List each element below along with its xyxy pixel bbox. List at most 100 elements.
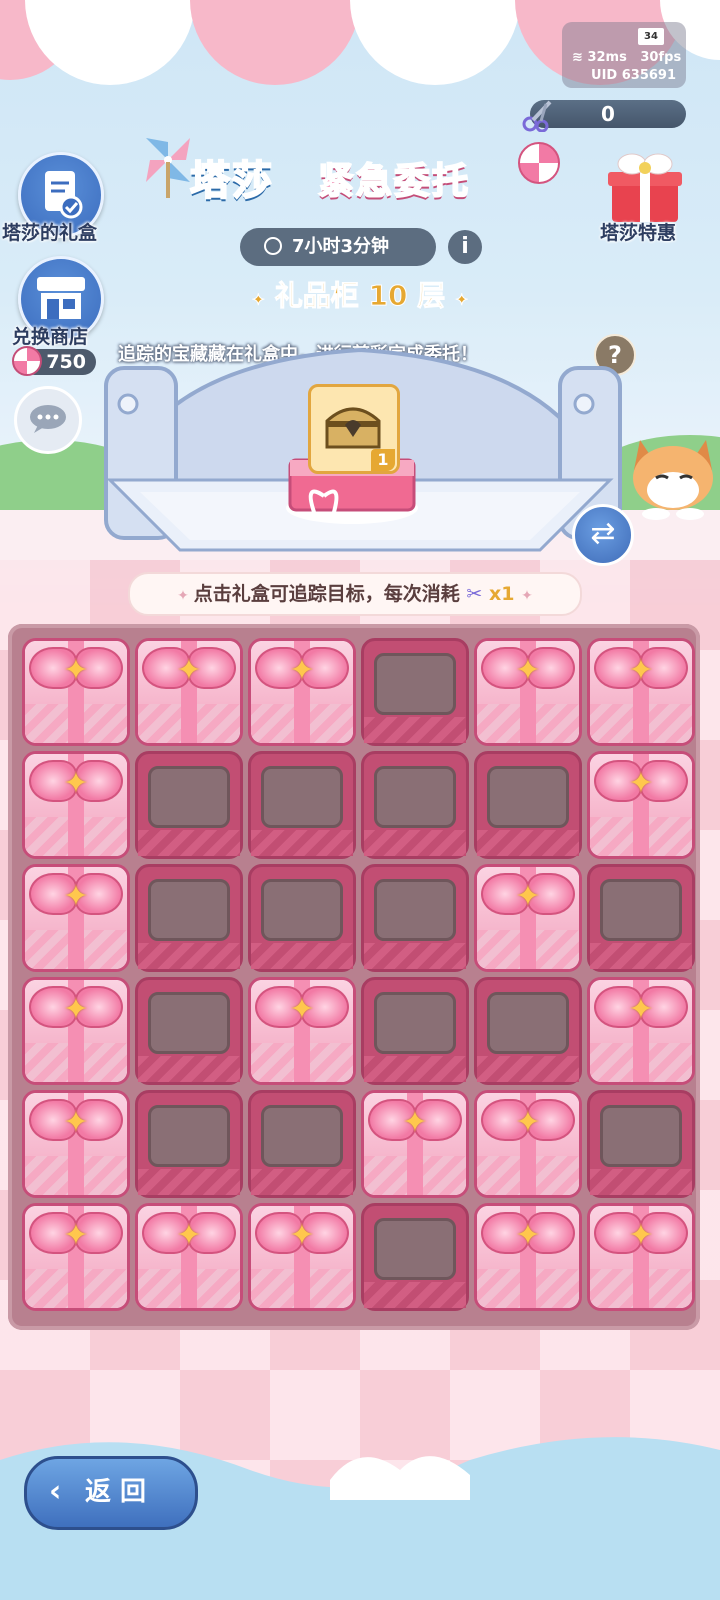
star-icon: ✦ [63, 879, 89, 914]
lollipop-icon [12, 346, 42, 376]
empty-slot [148, 879, 230, 941]
special-gift-icon[interactable] [604, 148, 686, 224]
gift-box-cell[interactable]: ✦ [587, 751, 695, 859]
game-scene: 34 ≋ 32ms 30fps UID 635691 0 塔莎的礼盒 兑换商店 … [0, 0, 720, 1600]
gift-box-cell[interactable]: ✦ [474, 864, 582, 972]
empty-slot [374, 879, 456, 941]
slot-stripe [364, 717, 466, 743]
gift-box-cell[interactable]: ✦ [22, 864, 130, 972]
gift-box-cell[interactable]: ✦ [22, 977, 130, 1085]
empty-slot [261, 879, 343, 941]
gift-box-cell[interactable]: ✦ [248, 977, 356, 1085]
star-icon: ✦ [289, 992, 315, 1027]
empty-cell [587, 1090, 695, 1198]
document-check-icon [45, 171, 83, 219]
empty-slot [487, 992, 569, 1054]
empty-cell [135, 751, 243, 859]
empty-cell [248, 1090, 356, 1198]
empty-slot [600, 879, 682, 941]
target-count: 1 [371, 449, 395, 471]
star-icon: ✦ [289, 1218, 315, 1253]
empty-slot [600, 1105, 682, 1167]
info-button[interactable]: i [448, 230, 482, 264]
star-icon: ✦ [402, 1105, 428, 1140]
slot-stripe [138, 830, 240, 856]
empty-slot [148, 1105, 230, 1167]
gift-box-cell[interactable]: ✦ [587, 638, 695, 746]
swap-button[interactable]: ⇄ [572, 504, 634, 566]
shop-icon [37, 277, 85, 319]
empty-cell [135, 1090, 243, 1198]
empty-slot [487, 766, 569, 828]
uid-text: UID 635691 [591, 68, 676, 83]
slot-stripe [251, 830, 353, 856]
ping-value: 32ms [587, 50, 627, 65]
slot-stripe [364, 943, 466, 969]
gift-box-cell[interactable]: ✦ [248, 638, 356, 746]
empty-cell [135, 977, 243, 1085]
empty-cell [135, 864, 243, 972]
treasure-chest-icon [325, 407, 381, 449]
star-icon: ✦ [63, 992, 89, 1027]
empty-cell [248, 751, 356, 859]
empty-cell [474, 977, 582, 1085]
empty-slot [261, 766, 343, 828]
star-icon: ✦ [628, 766, 654, 801]
gift-box-label: 塔莎的礼盒 [2, 222, 98, 244]
gift-box-cell[interactable]: ✦ [135, 1203, 243, 1311]
chat-button[interactable] [14, 386, 82, 454]
tip-text: 点击礼盒可追踪目标，每次消耗 [193, 583, 460, 605]
gift-box-cell[interactable]: ✦ [587, 977, 695, 1085]
empty-slot [374, 766, 456, 828]
candy-decoration-icon [518, 142, 560, 184]
star-icon: ✦ [63, 653, 89, 688]
empty-slot [148, 992, 230, 1054]
star-icon: ✦ [628, 653, 654, 688]
empty-cell [361, 864, 469, 972]
wifi-icon: ≋ [572, 50, 583, 65]
gift-box-cell[interactable]: ✦ [248, 1203, 356, 1311]
star-icon: ✦ [515, 1218, 541, 1253]
fps-value: 30fps [640, 50, 682, 65]
gift-box-cell[interactable]: ✦ [135, 638, 243, 746]
tip-sparkle-left-icon: ✦ [177, 588, 194, 604]
floor-label: ✦ 礼品柜 10 层 ✦ [251, 279, 469, 313]
gift-box-cell[interactable]: ✦ [22, 751, 130, 859]
event-title-name: 塔莎 [189, 157, 274, 205]
slot-stripe [251, 943, 353, 969]
tip-sparkle-right-icon: ✦ [521, 588, 533, 604]
tip-banner: ✦ 点击礼盒可追踪目标，每次消耗 ✂ x1 ✦ [128, 572, 582, 616]
slot-stripe [364, 1282, 466, 1308]
timer-text: 7小时3分钟 [292, 236, 390, 257]
star-icon: ✦ [176, 1218, 202, 1253]
event-title-commission: 紧急委托 [317, 160, 471, 203]
gift-box-cell[interactable]: ✦ [474, 1090, 582, 1198]
star-icon: ✦ [515, 1105, 541, 1140]
star-icon: ✦ [628, 1218, 654, 1253]
gift-box-cell[interactable]: ✦ [361, 1090, 469, 1198]
slot-stripe [590, 943, 692, 969]
clock-icon [264, 237, 282, 255]
back-button[interactable]: ‹ 返 回 [24, 1456, 198, 1530]
target-item-card: 1 [308, 384, 400, 474]
gift-box-cell[interactable]: ✦ [22, 1090, 130, 1198]
star-icon: ✦ [176, 653, 202, 688]
battery-indicator: 34 [638, 28, 664, 45]
cat-mascot [633, 440, 713, 520]
gift-box-cell[interactable]: ✦ [22, 1203, 130, 1311]
back-label: 返 回 [85, 1477, 147, 1507]
gift-box-cell[interactable]: ✦ [474, 1203, 582, 1311]
gift-box-cell[interactable]: ✦ [474, 638, 582, 746]
special-offer-label: 塔莎特惠 [600, 222, 677, 244]
slot-stripe [138, 943, 240, 969]
star-icon: ✦ [289, 653, 315, 688]
star-icon: ✦ [63, 1105, 89, 1140]
gift-box-cell[interactable]: ✦ [22, 638, 130, 746]
star-icon: ✦ [515, 879, 541, 914]
empty-slot [374, 992, 456, 1054]
gift-board: ✦ ✦ ✦ ✦ ✦ ✦ ✦ ✦ ✦ ✦ ✦ ✦ ✦ ✦ ✦ ✦ ✦ ✦ ✦ ✦ [8, 624, 700, 1330]
gift-box-cell[interactable]: ✦ [587, 1203, 695, 1311]
slot-stripe [590, 1169, 692, 1195]
empty-cell [248, 864, 356, 972]
slot-stripe [477, 1056, 579, 1082]
